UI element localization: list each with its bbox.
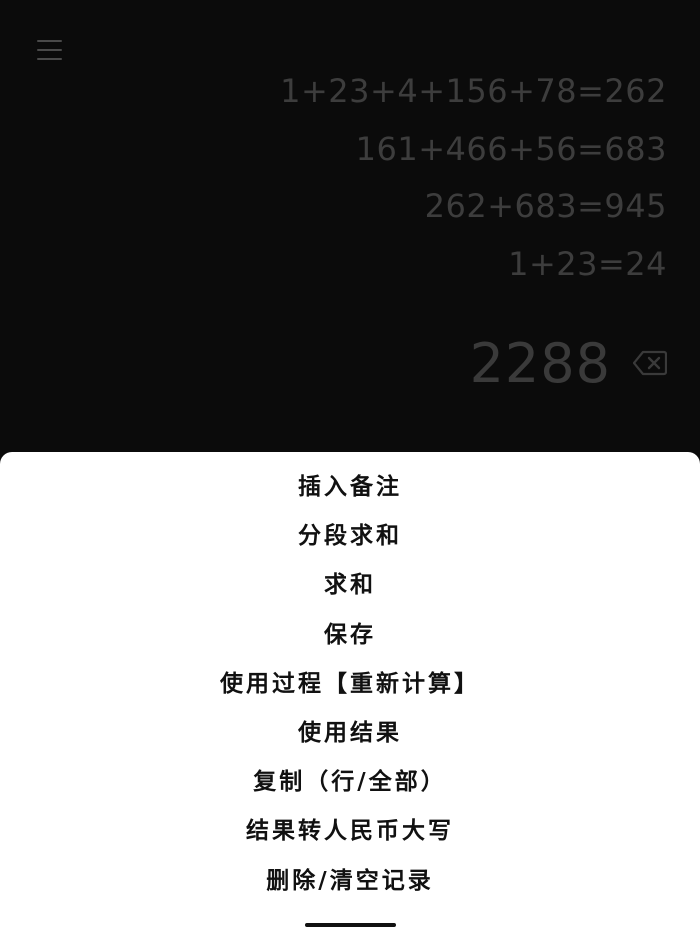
menu-item-sum[interactable]: 求和 [0, 563, 700, 612]
menu-item-insert-note[interactable]: 插入备注 [0, 465, 700, 514]
history-line[interactable]: 161+466+56=683 [280, 126, 667, 184]
result-row: 2288 [470, 328, 667, 398]
menu-item-delete-clear[interactable]: 删除/清空记录 [0, 859, 700, 908]
history-line[interactable]: 262+683=945 [280, 183, 667, 241]
home-indicator [305, 923, 396, 927]
calculation-history: 1+23+4+156+78=262 161+466+56=683 262+683… [280, 68, 667, 298]
history-line[interactable]: 1+23+4+156+78=262 [280, 68, 667, 126]
history-line[interactable]: 1+23=24 [280, 241, 667, 299]
menu-item-use-result[interactable]: 使用结果 [0, 711, 700, 760]
menu-item-convert-rmb[interactable]: 结果转人民币大写 [0, 809, 700, 858]
result-value: 2288 [469, 331, 611, 395]
action-sheet-list: 插入备注 分段求和 求和 保存 使用过程【重新计算】 使用结果 复制（行/全部）… [0, 452, 700, 908]
calculator-screen: 1+23+4+156+78=262 161+466+56=683 262+683… [0, 0, 700, 934]
hamburger-menu-icon[interactable] [37, 39, 62, 61]
backspace-icon[interactable] [633, 350, 667, 376]
menu-item-save[interactable]: 保存 [0, 613, 700, 662]
menu-item-copy[interactable]: 复制（行/全部） [0, 760, 700, 809]
action-sheet: 插入备注 分段求和 求和 保存 使用过程【重新计算】 使用结果 复制（行/全部）… [0, 452, 700, 934]
menu-item-segment-sum[interactable]: 分段求和 [0, 514, 700, 563]
menu-item-use-process[interactable]: 使用过程【重新计算】 [0, 662, 700, 711]
